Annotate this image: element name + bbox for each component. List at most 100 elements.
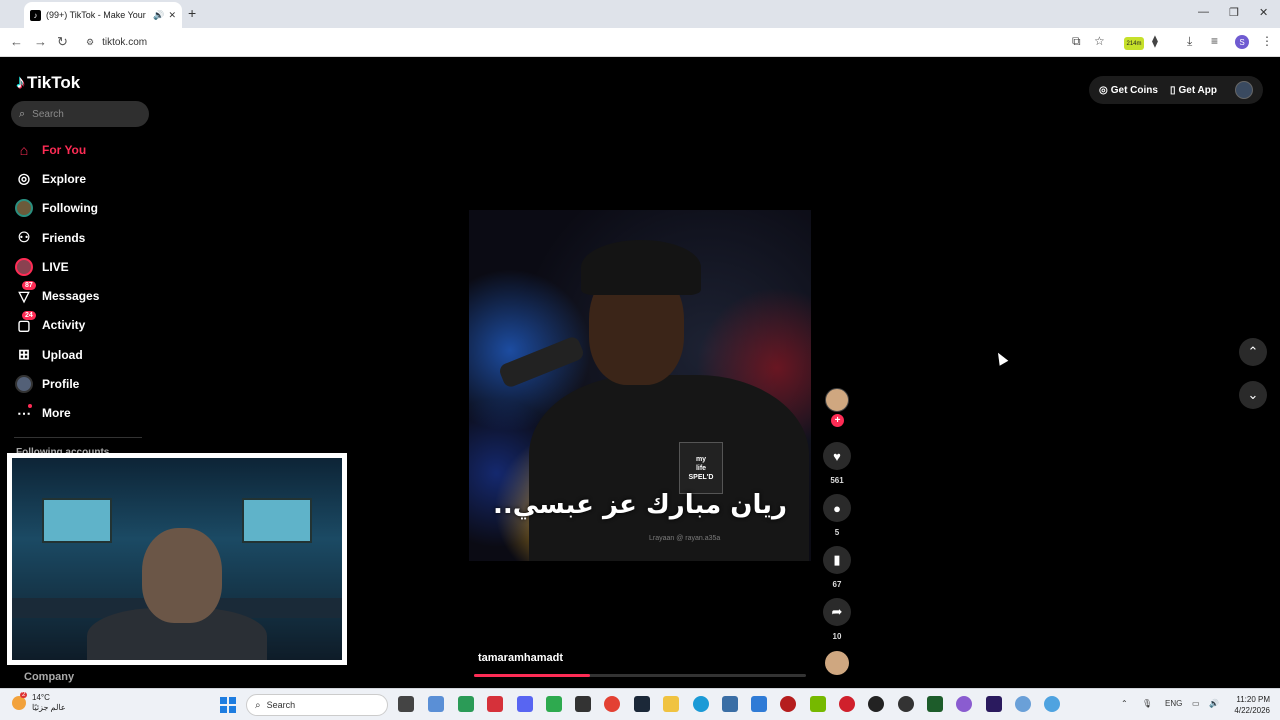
sound-avatar[interactable]	[825, 651, 849, 675]
sidebar-item-more[interactable]: ⋯ More	[14, 399, 154, 428]
extension-badge[interactable]: 214m	[1124, 37, 1144, 50]
search-input[interactable]: ⌕ Search	[11, 101, 149, 127]
minimize-button[interactable]: —	[1198, 6, 1209, 18]
follow-plus-icon[interactable]: +	[831, 414, 844, 427]
extensions-icon[interactable]: ⧫	[1152, 34, 1158, 48]
app-icon[interactable]	[780, 696, 796, 712]
chrome-icon[interactable]	[604, 696, 620, 712]
video-author[interactable]: tamaramhamadt	[478, 652, 563, 664]
close-window-button[interactable]: ✕	[1259, 6, 1268, 19]
share-button[interactable]: ➦	[823, 598, 851, 626]
app-icon[interactable]	[868, 696, 884, 712]
app-icon[interactable]	[487, 696, 503, 712]
app-icon[interactable]	[458, 696, 474, 712]
sidebar-item-upload[interactable]: ⊞ Upload	[14, 340, 154, 369]
forward-button[interactable]: →	[34, 34, 47, 49]
profile-avatar-icon	[14, 374, 34, 394]
get-app-button[interactable]: ▯ Get App	[1170, 85, 1217, 96]
share-icon: ➦	[831, 604, 843, 619]
discord-icon[interactable]	[517, 696, 533, 712]
video-person-body	[529, 375, 809, 561]
edge-icon[interactable]	[693, 696, 709, 712]
new-tab-button[interactable]: +	[188, 5, 196, 21]
sidebar-item-activity[interactable]: ▢ 24 Activity	[14, 310, 154, 340]
clock-date: 4/22/2026	[1234, 706, 1270, 715]
file-explorer-icon[interactable]	[663, 696, 679, 712]
sidebar-item-friends[interactable]: ⚇ Friends	[14, 223, 154, 252]
app-icon[interactable]	[927, 696, 943, 712]
app-icon[interactable]	[898, 696, 914, 712]
close-tab-icon[interactable]: ✕	[168, 10, 176, 21]
webcam-monitor	[242, 498, 312, 543]
task-view-icon[interactable]	[398, 696, 414, 712]
steam-icon[interactable]	[634, 696, 650, 712]
compass-icon: ◎	[17, 170, 31, 187]
back-button[interactable]: ←	[10, 34, 23, 49]
save-button[interactable]: ▮	[823, 546, 851, 574]
weather-widget[interactable]: 2 14°C عالم جزئيًا	[12, 692, 66, 713]
app-icon[interactable]	[1015, 696, 1031, 712]
like-button[interactable]: ♥	[823, 442, 851, 470]
install-app-icon[interactable]: ⧉	[1072, 34, 1081, 49]
sidebar-item-explore[interactable]: ◎ Explore	[14, 164, 154, 193]
tiktok-logo[interactable]: ♪ TikTok	[16, 72, 80, 93]
site-info-icon[interactable]: ⚙	[86, 37, 94, 48]
next-video-button[interactable]: ⌄	[1239, 381, 1267, 409]
download-icon[interactable]: ⤓	[1187, 34, 1192, 49]
display-icon[interactable]: ▭	[1192, 699, 1200, 708]
webcam-feed	[12, 458, 342, 660]
menu-icon[interactable]: ⋮	[1261, 34, 1273, 48]
sidebar-item-label: Friends	[42, 230, 86, 245]
webcam-overlay	[7, 453, 347, 665]
speaker-icon[interactable]: 🔊	[153, 10, 164, 21]
tray-overflow-icon[interactable]: ⌃	[1121, 699, 1128, 708]
bookmark-icon: ▮	[833, 552, 841, 567]
company-link[interactable]: Company	[24, 671, 74, 683]
app-icon[interactable]	[956, 696, 972, 712]
clock-time: 11:20 PM	[1236, 695, 1270, 704]
app-icon[interactable]	[722, 696, 738, 712]
user-avatar[interactable]	[1235, 81, 1253, 99]
system-clock[interactable]: 11:20 PM 4/22/2026	[1228, 694, 1270, 716]
media-control-icon[interactable]: ≡	[1211, 34, 1218, 48]
get-coins-button[interactable]: ◎ Get Coins	[1099, 85, 1158, 96]
profile-avatar[interactable]: S	[1235, 35, 1249, 49]
previous-video-button[interactable]: ⌃	[1239, 338, 1267, 366]
app-icon[interactable]	[428, 696, 444, 712]
sidebar-item-for-you[interactable]: ⌂ For You	[14, 135, 154, 164]
address-bar[interactable]: ⚙ tiktok.com	[80, 31, 1120, 53]
video-progress-bar[interactable]	[474, 674, 806, 677]
app-icon[interactable]	[751, 696, 767, 712]
volume-icon[interactable]: 🔊	[1209, 699, 1219, 708]
app-icon[interactable]	[575, 696, 591, 712]
video-shirt-logo: my life SPEL'D	[679, 442, 723, 494]
sidebar-item-live[interactable]: LIVE	[14, 252, 154, 281]
weather-text: 14°C عالم جزئيًا	[32, 693, 66, 713]
reload-button[interactable]: ↻	[57, 34, 68, 50]
browser-tab-tiktok[interactable]: ♪ (99+) TikTok - Make Your Day 🔊 ✕	[24, 2, 182, 28]
address-bar-row: ← → ↻ ⚙ tiktok.com ⧉ ☆ ⧫ ⤓ ≡ ⋮	[0, 28, 1280, 57]
premiere-icon[interactable]	[986, 696, 1002, 712]
weather-sun-icon: 2	[12, 692, 28, 710]
app-icon[interactable]	[839, 696, 855, 712]
bookmark-star-icon[interactable]: ☆	[1094, 34, 1105, 48]
sidebar-item-label: LIVE	[42, 259, 69, 274]
start-button[interactable]	[220, 697, 236, 713]
shirt-line: life	[695, 464, 707, 472]
sidebar-item-messages[interactable]: ▽ 87 Messages	[14, 281, 154, 310]
tiktok-favicon-icon: ♪	[30, 9, 41, 21]
comment-button[interactable]: ●	[823, 494, 851, 522]
video-player[interactable]: my life SPEL'D ريان مبارك عز عبسي.. Lray…	[469, 210, 811, 561]
app-icon[interactable]	[546, 696, 562, 712]
restore-button[interactable]: ❐	[1229, 6, 1239, 19]
language-indicator[interactable]: ENG	[1165, 699, 1182, 708]
nvidia-icon[interactable]	[810, 696, 826, 712]
sidebar-item-profile[interactable]: Profile	[14, 369, 154, 398]
creator-avatar[interactable]	[825, 388, 849, 412]
app-icon[interactable]	[1044, 696, 1060, 712]
microphone-icon[interactable]: 🎙	[1142, 699, 1152, 708]
coin-icon: ◎	[1099, 84, 1108, 96]
sidebar-item-following[interactable]: Following	[14, 194, 154, 223]
sidebar-item-label: Explore	[42, 171, 87, 186]
taskbar-search[interactable]: ⌕ Search	[246, 694, 388, 716]
